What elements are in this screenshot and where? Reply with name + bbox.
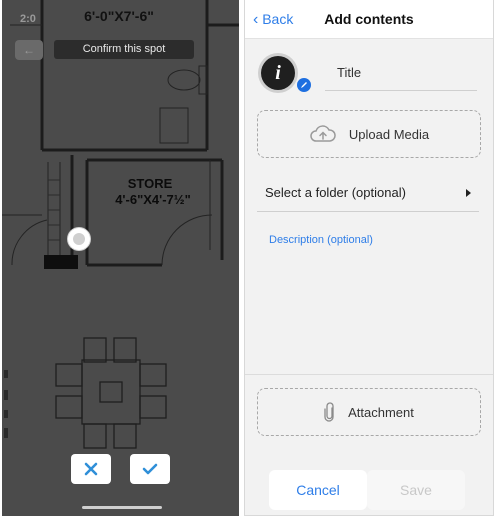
nav-bar: Add contents ‹ Back: [245, 0, 493, 39]
arrow-left-icon: ←: [23, 43, 35, 57]
upload-media-label: Upload Media: [348, 126, 430, 142]
room-dimension-label: 6'-0"X7'-6": [84, 8, 154, 24]
paperclip-icon: [324, 402, 334, 422]
edit-badge[interactable]: [297, 78, 311, 92]
save-button[interactable]: Save: [367, 470, 465, 510]
confirm-spot-button[interactable]: [130, 454, 170, 484]
title-input[interactable]: [325, 55, 477, 91]
pencil-icon: [301, 82, 307, 88]
chevron-left-icon: ‹: [253, 11, 259, 28]
back-label: Back: [262, 11, 294, 27]
folder-select-label: Select a folder (optional): [265, 185, 406, 200]
status-bar-time: 2:0: [20, 13, 36, 25]
close-icon: [84, 462, 98, 476]
room-name-label: STORE: [127, 176, 173, 191]
cancel-spot-button[interactable]: [71, 454, 111, 484]
description-placeholder: Description (optional): [269, 234, 373, 246]
divider: [245, 374, 493, 375]
floor-plan-panel[interactable]: 2:0 6'-0"X7'-6" ← Confirm this spot STOR…: [2, 0, 239, 516]
back-link[interactable]: ‹ Back: [253, 11, 293, 29]
upload-media-button[interactable]: Upload Media: [257, 110, 481, 158]
attachment-button[interactable]: Attachment: [257, 388, 481, 436]
confirm-spot-banner: Confirm this spot: [54, 40, 194, 59]
cancel-button[interactable]: Cancel: [269, 470, 367, 510]
floor-plan-drawing: [2, 0, 239, 449]
check-icon: [142, 463, 158, 475]
description-field[interactable]: Description (optional): [257, 228, 479, 366]
room-dimensions-label: 4'-6"X4'-7½": [115, 192, 191, 207]
location-pin[interactable]: [68, 228, 90, 250]
info-icon[interactable]: i: [261, 56, 295, 90]
add-contents-panel: Add contents ‹ Back i Upload Media Selec…: [244, 0, 494, 516]
folder-select[interactable]: Select a folder (optional): [257, 174, 479, 212]
attachment-label: Attachment: [348, 404, 414, 420]
home-indicator: [82, 506, 162, 509]
cloud-upload-icon: [310, 125, 336, 142]
caret-right-icon: [466, 188, 471, 197]
back-button[interactable]: ←: [15, 40, 43, 60]
